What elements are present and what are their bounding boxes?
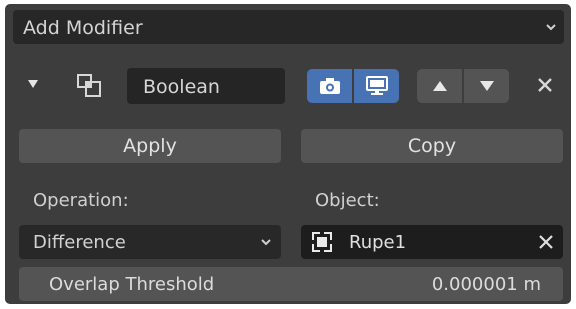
overlap-threshold-value: 0.000001 m	[431, 274, 541, 295]
arrow-down-icon	[479, 81, 494, 91]
arrow-up-icon	[432, 81, 447, 91]
triangle-down-icon[interactable]	[27, 78, 39, 90]
modifier-name-field[interactable]: Boolean	[127, 68, 285, 104]
modifier-panel: Add Modifier Boolean Apply Copy Operatio…	[5, 4, 571, 304]
object-label: Object:	[315, 190, 380, 211]
overlap-threshold-label: Overlap Threshold	[49, 274, 215, 295]
add-modifier-dropdown[interactable]: Add Modifier	[13, 10, 564, 44]
camera-icon	[319, 78, 340, 94]
monitor-icon	[365, 76, 388, 95]
close-icon[interactable]	[533, 73, 557, 97]
operation-value: Difference	[33, 232, 126, 253]
object-field[interactable]: Rupe1	[301, 225, 563, 259]
move-up-button[interactable]	[417, 69, 462, 103]
visibility-toggle-group	[307, 69, 399, 103]
operation-label: Operation:	[33, 190, 129, 211]
object-value: Rupe1	[349, 232, 407, 253]
move-button-group	[417, 69, 509, 103]
boolean-modifier-icon	[77, 74, 101, 97]
add-modifier-label: Add Modifier	[23, 17, 143, 39]
apply-button-label: Apply	[123, 135, 177, 157]
modifier-name-text: Boolean	[143, 76, 220, 98]
viewport-toggle-button[interactable]	[354, 69, 399, 103]
copy-button-label: Copy	[407, 135, 457, 157]
apply-button[interactable]: Apply	[19, 129, 281, 163]
render-toggle-button[interactable]	[307, 69, 352, 103]
operation-select[interactable]: Difference	[19, 225, 281, 259]
overlap-threshold-field[interactable]: Overlap Threshold 0.000001 m	[19, 267, 563, 301]
cube-icon	[311, 231, 333, 253]
move-down-button[interactable]	[464, 69, 509, 103]
chevron-down-icon	[546, 24, 556, 31]
close-icon[interactable]	[537, 233, 555, 251]
chevron-down-icon	[261, 239, 271, 246]
copy-button[interactable]: Copy	[301, 129, 563, 163]
